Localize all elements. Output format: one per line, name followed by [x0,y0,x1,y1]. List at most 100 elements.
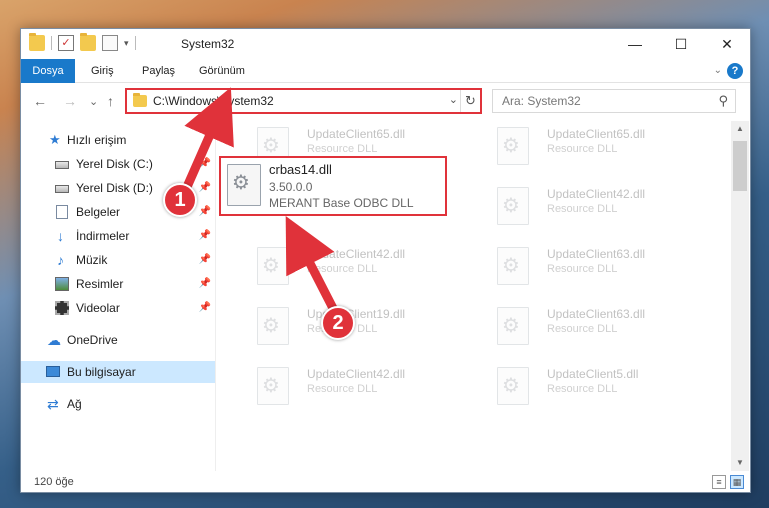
sidebar-item-label: Belgeler [76,205,121,219]
sidebar-item-pictures[interactable]: Resimler 📌 [21,273,215,295]
pictures-icon [55,277,69,291]
vertical-scrollbar[interactable]: ▲ ▼ [731,121,749,471]
toolbar-divider [51,36,52,50]
file-description: Resource DLL [547,263,618,275]
search-placeholder[interactable]: Ara: System32 [502,94,581,108]
step-2-badge: 2 [321,306,355,340]
dll-file-icon [497,247,529,285]
sidebar-item-label: Müzik [76,253,108,267]
pin-icon[interactable]: 📌 [199,177,211,199]
file-tile[interactable]: UpdateClient65.dll Resource DLL [477,121,707,177]
sidebar-item-label: İndirmeler [76,229,130,243]
item-count: 120 öğe [34,476,74,488]
this-pc-icon [46,366,60,377]
sidebar-item-videos[interactable]: Videolar 📌 [21,297,215,319]
file-description: Resource DLL [547,143,618,155]
sidebar-item-local-disk-c[interactable]: Yerel Disk (C:) 📌 [21,153,215,175]
pin-icon[interactable]: 📌 [199,225,211,247]
file-name: UpdateClient63.dll [547,247,646,261]
file-tile[interactable]: UpdateClient42.dll Resource DLL [477,181,707,237]
file-name: crbas14.dll [269,162,332,177]
sidebar-item-label: Hızlı erişim [67,133,127,147]
address-path[interactable]: C:\Windows\System32 [153,94,274,108]
pin-icon[interactable]: 📌 [199,153,211,175]
customize-toolbar-chevron-icon[interactable]: ▾ [124,38,129,49]
window-controls: — ☐ ✕ [612,29,750,59]
sidebar-item-label: OneDrive [67,333,118,347]
file-tile[interactable]: UpdateClient42.dll Resource DLL [237,361,467,417]
sidebar-item-label: Resimler [76,277,124,291]
file-explorer-window: ✓ ▾ System32 — ☐ ✕ Dosya Giriş Paylaş Gö… [20,28,751,493]
search-icon[interactable]: ⚲ [718,93,728,109]
pin-icon[interactable]: 📌 [199,297,211,319]
window-title: System32 [181,37,235,51]
tab-share[interactable]: Paylaş [142,59,175,83]
refresh-button[interactable]: ↻ [460,90,480,112]
sidebar-item-label: Videolar [76,301,120,315]
tab-home[interactable]: Giriş [91,59,114,83]
sidebar-item-quick-access[interactable]: ★ Hızlı erişim [21,129,215,151]
file-name: UpdateClient63.dll [547,307,646,321]
help-icon[interactable]: ? [727,63,743,79]
highlighted-file-tile[interactable]: crbas14.dll 3.50.0.0 MERANT Base ODBC DL… [219,156,447,216]
file-name: UpdateClient5.dll [547,367,639,381]
file-description: Resource DLL [547,323,618,335]
navigation-pane: ★ Hızlı erişim Yerel Disk (C:) 📌 Yerel D… [21,121,215,471]
view-options-icon[interactable] [102,35,118,51]
documents-icon [56,205,68,219]
close-button[interactable]: ✕ [704,29,750,59]
sidebar-item-downloads[interactable]: ↓ İndirmeler 📌 [21,225,215,247]
sidebar-item-onedrive[interactable]: ☁ OneDrive [21,329,215,351]
pin-icon[interactable]: 📌 [199,201,211,223]
file-name: UpdateClient42.dll [307,367,406,381]
maximize-button[interactable]: ☐ [658,29,704,59]
file-tile[interactable]: UpdateClient5.dll Resource DLL [477,361,707,417]
view-switcher: ≡ ▦ [712,475,744,489]
minimize-button[interactable]: — [612,29,658,59]
tab-file[interactable]: Dosya [21,59,75,83]
file-description: Resource DLL [547,203,618,215]
back-button[interactable]: ← [33,93,47,109]
scroll-down-icon[interactable]: ▼ [731,455,749,471]
file-description: Resource DLL [307,263,378,275]
sidebar-item-music[interactable]: ♪ Müzik 📌 [21,249,215,271]
address-bar[interactable]: C:\Windows\System32 ⌄ ↻ [125,88,482,114]
pane-divider[interactable] [215,121,216,471]
recent-locations-button[interactable]: ⌄ [89,95,98,108]
pin-icon[interactable]: 📌 [199,249,211,271]
address-dropdown-icon[interactable]: ⌄ [449,93,458,106]
folder-icon[interactable] [29,33,45,51]
file-description: Resource DLL [307,143,378,155]
file-name: UpdateClient65.dll [547,127,646,141]
dll-file-icon [257,307,289,345]
scroll-thumb[interactable] [733,141,747,191]
file-name: UpdateClient42.dll [547,187,646,201]
sidebar-item-label: Yerel Disk (D:) [76,181,153,195]
drive-icon [55,185,69,193]
pin-icon[interactable]: 📌 [199,273,211,295]
quick-access-toolbar: ✓ ▾ [29,33,136,51]
file-tile[interactable]: UpdateClient63.dll Resource DLL [477,301,707,357]
file-name: UpdateClient65.dll [307,127,406,141]
up-button[interactable]: ↑ [107,93,114,109]
search-box[interactable]: Ara: System32 ⚲ [492,89,736,113]
tab-view[interactable]: Görünüm [199,59,245,83]
properties-check-icon[interactable]: ✓ [58,35,74,51]
dll-file-icon [227,164,261,206]
sidebar-item-this-pc[interactable]: Bu bilgisayar [21,361,215,383]
file-description: Resource DLL [307,383,378,395]
sidebar-item-network[interactable]: ⇄ Ağ [21,393,215,415]
file-tile[interactable]: UpdateClient63.dll Resource DLL [477,241,707,297]
file-tile[interactable]: UpdateClient42.dll Resource DLL [237,241,467,297]
tiles-view-icon[interactable]: ▦ [730,475,744,489]
new-folder-icon[interactable] [80,33,96,51]
details-view-icon[interactable]: ≡ [712,475,726,489]
ribbon-collapse-icon[interactable]: ⌄ [714,65,722,76]
sidebar-item-label: Bu bilgisayar [67,365,136,379]
forward-button[interactable]: → [63,93,77,109]
drive-icon [55,161,69,169]
scroll-up-icon[interactable]: ▲ [731,121,749,137]
file-version: 3.50.0.0 [269,180,313,194]
toolbar-divider [134,36,136,50]
network-icon: ⇄ [47,396,59,412]
